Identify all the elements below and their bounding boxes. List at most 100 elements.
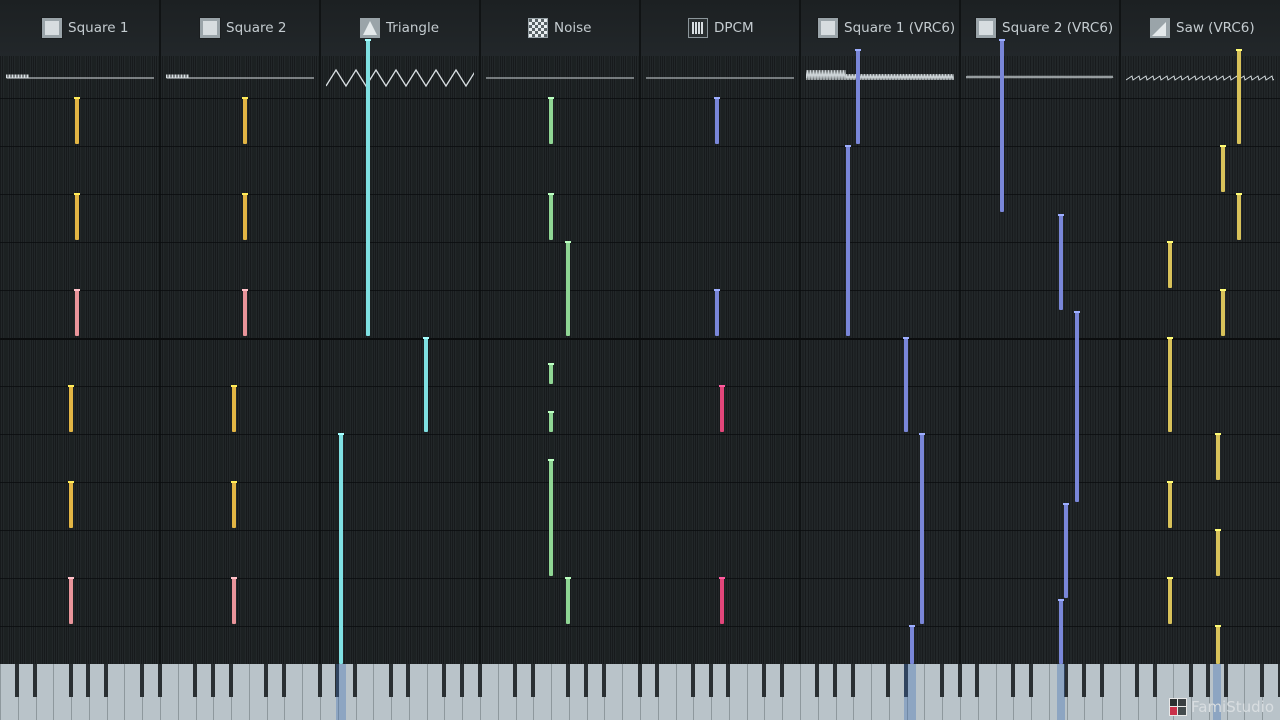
- note-bar: [1168, 482, 1172, 528]
- black-key: [104, 664, 109, 697]
- black-key: [1135, 664, 1140, 697]
- waveform-line: [166, 74, 314, 79]
- note-bar: [904, 338, 908, 432]
- note-bar: [69, 386, 73, 432]
- channel-oscilloscope: [326, 68, 474, 88]
- note-bar: [75, 290, 79, 336]
- note-bar: [1059, 215, 1063, 310]
- note-bar: [549, 364, 553, 384]
- note-bar: [366, 40, 370, 336]
- beat-line: [0, 242, 1280, 243]
- channel-label: Triangle: [360, 16, 439, 40]
- noise-icon: [528, 18, 548, 38]
- black-key: [281, 664, 286, 697]
- channel-separator: [319, 0, 321, 720]
- channel-label: Saw (VRC6): [1150, 16, 1255, 40]
- note-bar: [566, 242, 570, 336]
- white-key: [1048, 664, 1050, 720]
- black-key: [761, 664, 766, 697]
- channel-column: Square 2: [160, 0, 320, 720]
- black-key: [441, 664, 446, 697]
- white-key: [426, 664, 428, 720]
- note-bar: [720, 578, 724, 624]
- channel-name: Square 2: [226, 20, 287, 36]
- black-key: [957, 664, 962, 697]
- channel-label: Square 2: [199, 16, 287, 40]
- beat-line: [0, 434, 1280, 435]
- famistudio-video-view: Square 1 Square 2 Triangle Noise DPCM Sq…: [0, 0, 1280, 720]
- black-key: [1224, 664, 1229, 697]
- black-key: [388, 664, 393, 697]
- channel-column: Saw (VRC6): [1120, 0, 1280, 720]
- black-key: [655, 664, 660, 697]
- channel-roll-background: [480, 0, 640, 720]
- channel-column: Square 1 (VRC6): [800, 0, 960, 720]
- black-key: [1028, 664, 1033, 697]
- square-wave-icon: [817, 17, 839, 39]
- black-key: [566, 664, 571, 697]
- black-key: [264, 664, 269, 697]
- black-key: [477, 664, 482, 697]
- white-key: [248, 664, 250, 720]
- note-bar: [1168, 578, 1172, 624]
- note-bar: [566, 578, 570, 624]
- channel-roll-background: [160, 0, 320, 720]
- black-key: [637, 664, 642, 697]
- note-bar: [243, 290, 247, 336]
- note-bar: [856, 50, 860, 144]
- note-bar: [69, 482, 73, 528]
- channel-separator: [959, 0, 961, 720]
- white-key: [551, 664, 553, 720]
- app-name: FamiStudio: [1191, 698, 1274, 716]
- black-key: [530, 664, 535, 697]
- note-bar: [243, 98, 247, 144]
- white-key: [871, 664, 873, 720]
- note-bar: [1216, 530, 1220, 576]
- saw-wave-icon: [1150, 18, 1170, 38]
- white-key: [995, 664, 997, 720]
- channel-name: DPCM: [714, 20, 754, 36]
- channel-separator: [1119, 0, 1121, 720]
- black-key: [86, 664, 91, 697]
- channel-separator: [799, 0, 801, 720]
- white-key: [675, 664, 677, 720]
- black-key: [139, 664, 144, 697]
- famistudio-logo: FamiStudio: [1169, 698, 1274, 716]
- black-key: [406, 664, 411, 697]
- black-key: [193, 664, 198, 697]
- black-key: [1081, 664, 1086, 697]
- black-key: [939, 664, 944, 697]
- black-key: [15, 664, 20, 697]
- black-key: [210, 664, 215, 697]
- note-bar: [1237, 194, 1241, 240]
- measure-line: [0, 338, 1280, 340]
- beat-line: [0, 386, 1280, 387]
- waveform-line: [326, 68, 474, 88]
- note-bar: [715, 98, 719, 144]
- black-key: [886, 664, 891, 697]
- pressed-key: [904, 664, 916, 720]
- black-key: [317, 664, 322, 697]
- note-bar: [1000, 40, 1004, 212]
- square-wave-icon: [41, 17, 63, 39]
- black-key: [833, 664, 838, 697]
- note-bar: [1216, 434, 1220, 480]
- waveform-line: [6, 74, 154, 79]
- black-key: [1206, 664, 1211, 697]
- triangle-wave-icon: [360, 18, 380, 38]
- note-bar: [1168, 242, 1172, 288]
- black-key: [459, 664, 464, 697]
- waveform-line: [1126, 75, 1274, 81]
- black-key: [601, 664, 606, 697]
- note-bar: [232, 386, 236, 432]
- note-bar: [1064, 504, 1068, 598]
- black-key: [726, 664, 731, 697]
- channel-name: Saw (VRC6): [1176, 20, 1255, 36]
- beat-line: [0, 98, 1280, 99]
- channel-roll-background: [800, 0, 960, 720]
- black-key: [815, 664, 820, 697]
- black-key: [513, 664, 518, 697]
- white-key: [497, 664, 499, 720]
- white-key: [746, 664, 748, 720]
- black-key: [1099, 664, 1104, 697]
